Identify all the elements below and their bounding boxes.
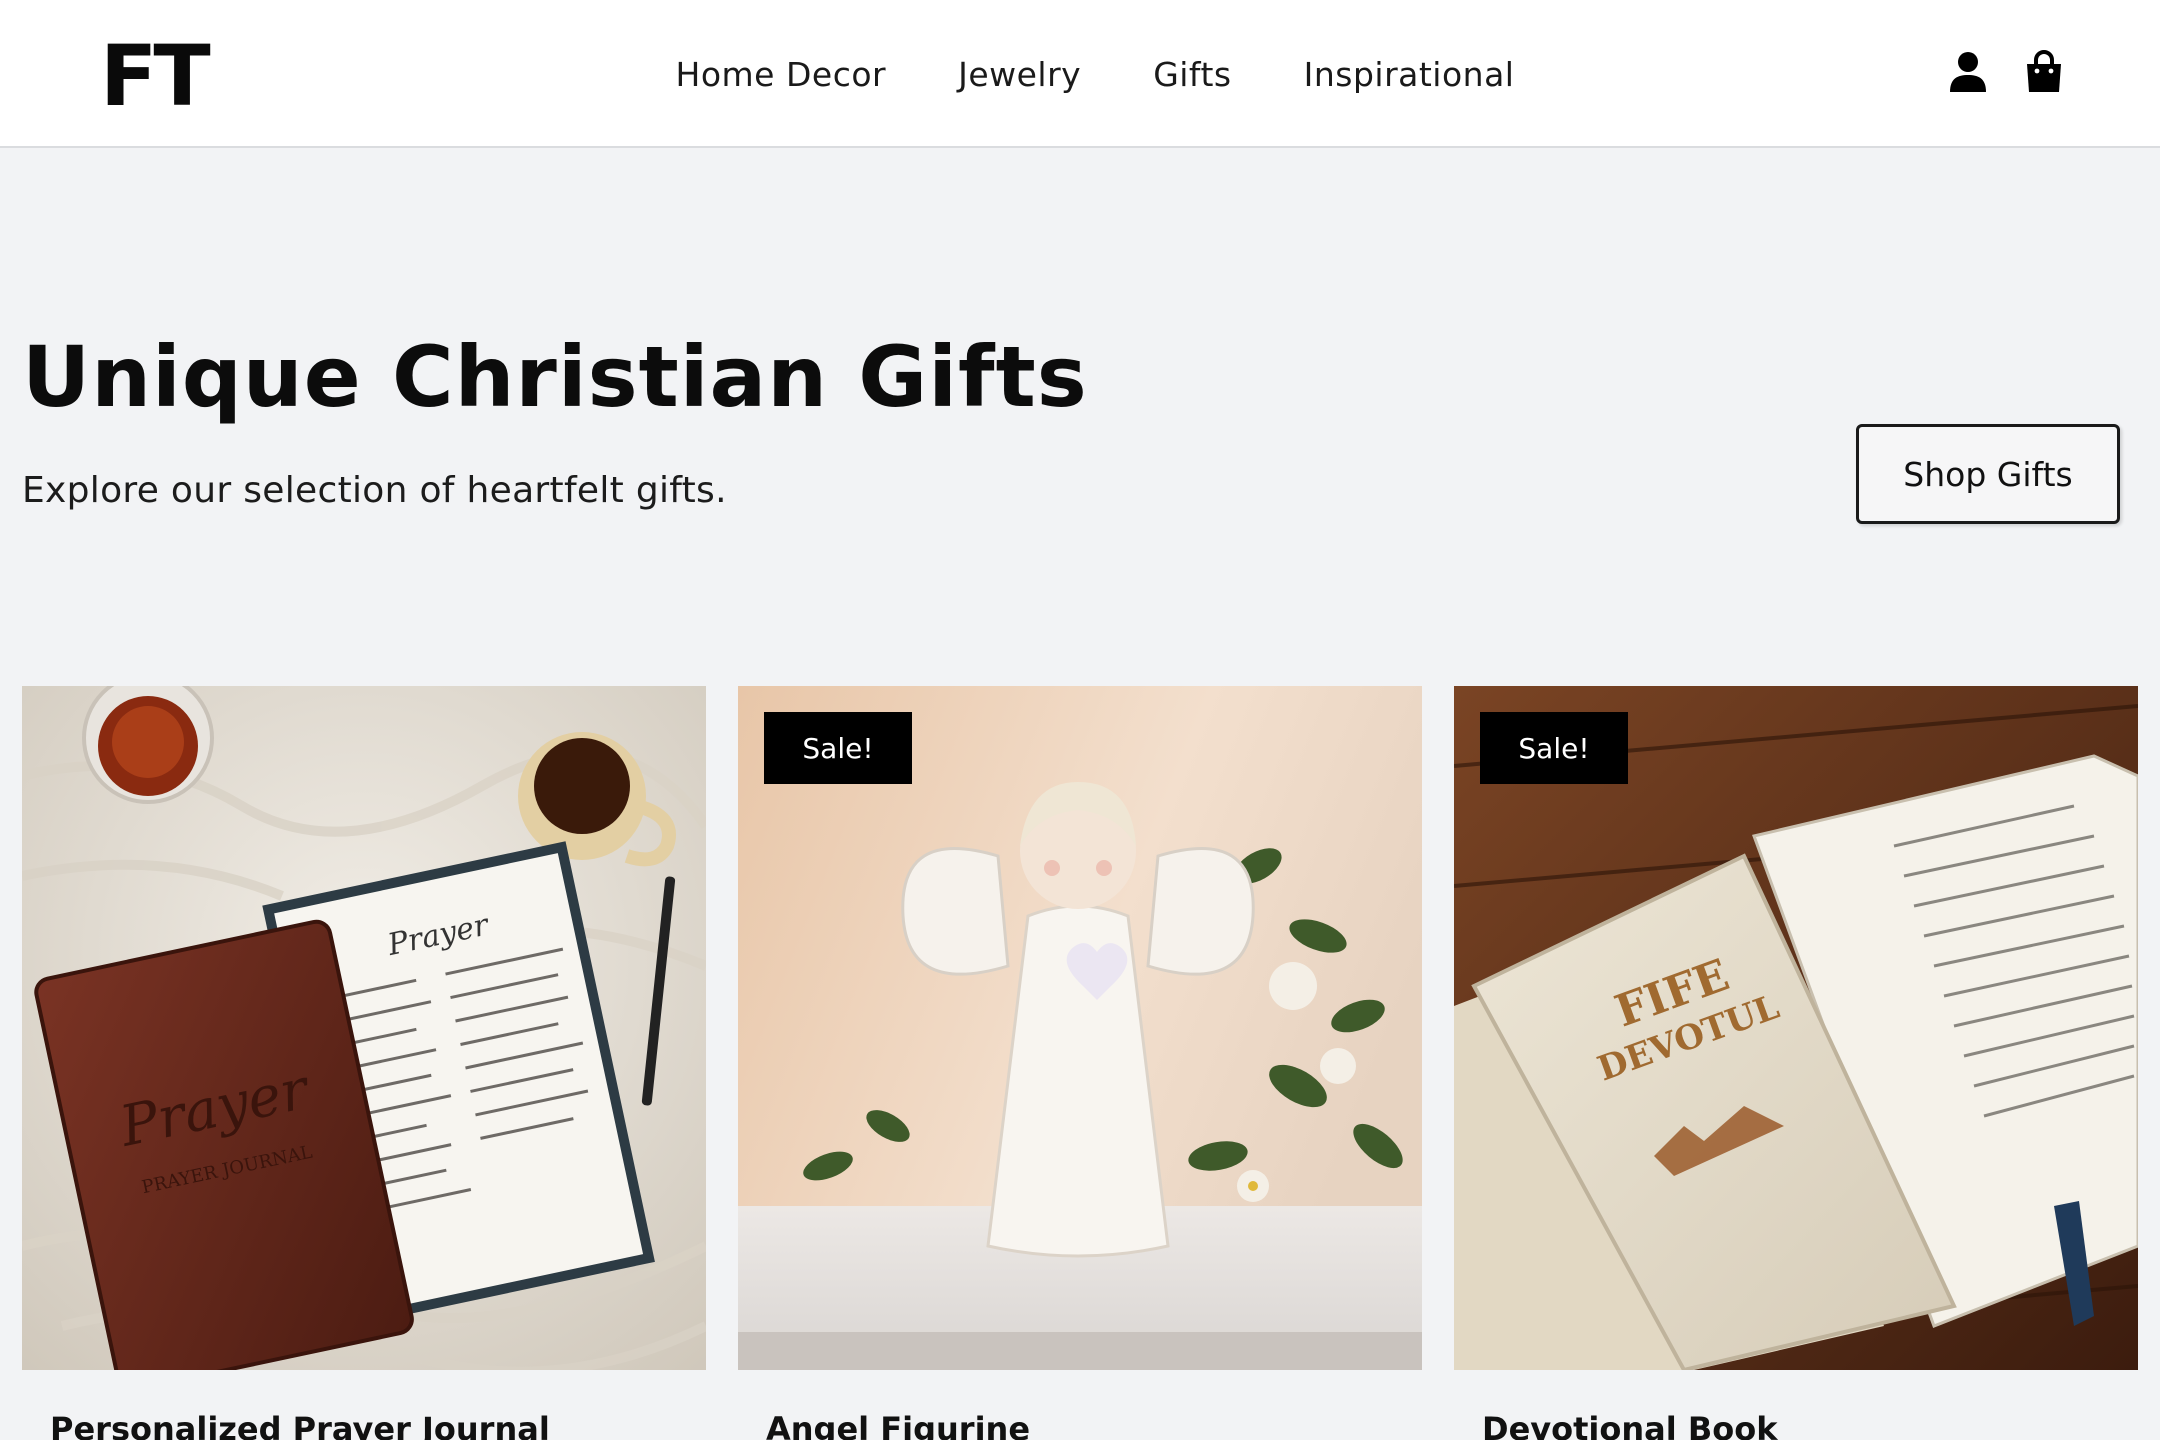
product-card[interactable]: FIFE DEVOTUL Sale! Devotional Book bbox=[1454, 686, 2138, 1440]
site-header: FT Home Decor Jewelry Gifts Inspirationa… bbox=[0, 0, 2160, 148]
angel-figurine-photo[interactable] bbox=[738, 686, 1422, 1370]
nav-gifts[interactable]: Gifts bbox=[1153, 55, 1231, 94]
product-card[interactable]: Sale! Angel Figurine bbox=[738, 686, 1422, 1440]
main-nav: Home Decor Jewelry Gifts Inspirational bbox=[0, 0, 2160, 148]
sale-badge: Sale! bbox=[1480, 712, 1628, 784]
header-icons bbox=[1948, 50, 2064, 94]
product-title[interactable]: Angel Figurine bbox=[766, 1410, 1030, 1440]
hero-subtitle: Explore our selection of heartfelt gifts… bbox=[22, 470, 727, 511]
devotional-book-photo[interactable]: FIFE DEVOTUL bbox=[1454, 686, 2138, 1370]
product-title[interactable]: Devotional Book bbox=[1482, 1410, 1777, 1440]
user-icon[interactable] bbox=[1948, 50, 1988, 94]
product-card[interactable]: Prayer Prayer PRAYER JOURNAL Personalize… bbox=[22, 686, 706, 1440]
product-title[interactable]: Personalized Prayer Journal bbox=[50, 1410, 550, 1440]
nav-inspirational[interactable]: Inspirational bbox=[1304, 55, 1515, 94]
shop-gifts-button[interactable]: Shop Gifts bbox=[1856, 424, 2120, 524]
prayer-journal-photo[interactable]: Prayer Prayer PRAYER JOURNAL bbox=[22, 686, 706, 1370]
sale-badge: Sale! bbox=[764, 712, 912, 784]
shopping-bag-icon[interactable] bbox=[2024, 50, 2064, 94]
hero-title: Unique Christian Gifts bbox=[22, 328, 1088, 426]
nav-home-decor[interactable]: Home Decor bbox=[676, 55, 887, 94]
nav-jewelry[interactable]: Jewelry bbox=[958, 55, 1081, 94]
